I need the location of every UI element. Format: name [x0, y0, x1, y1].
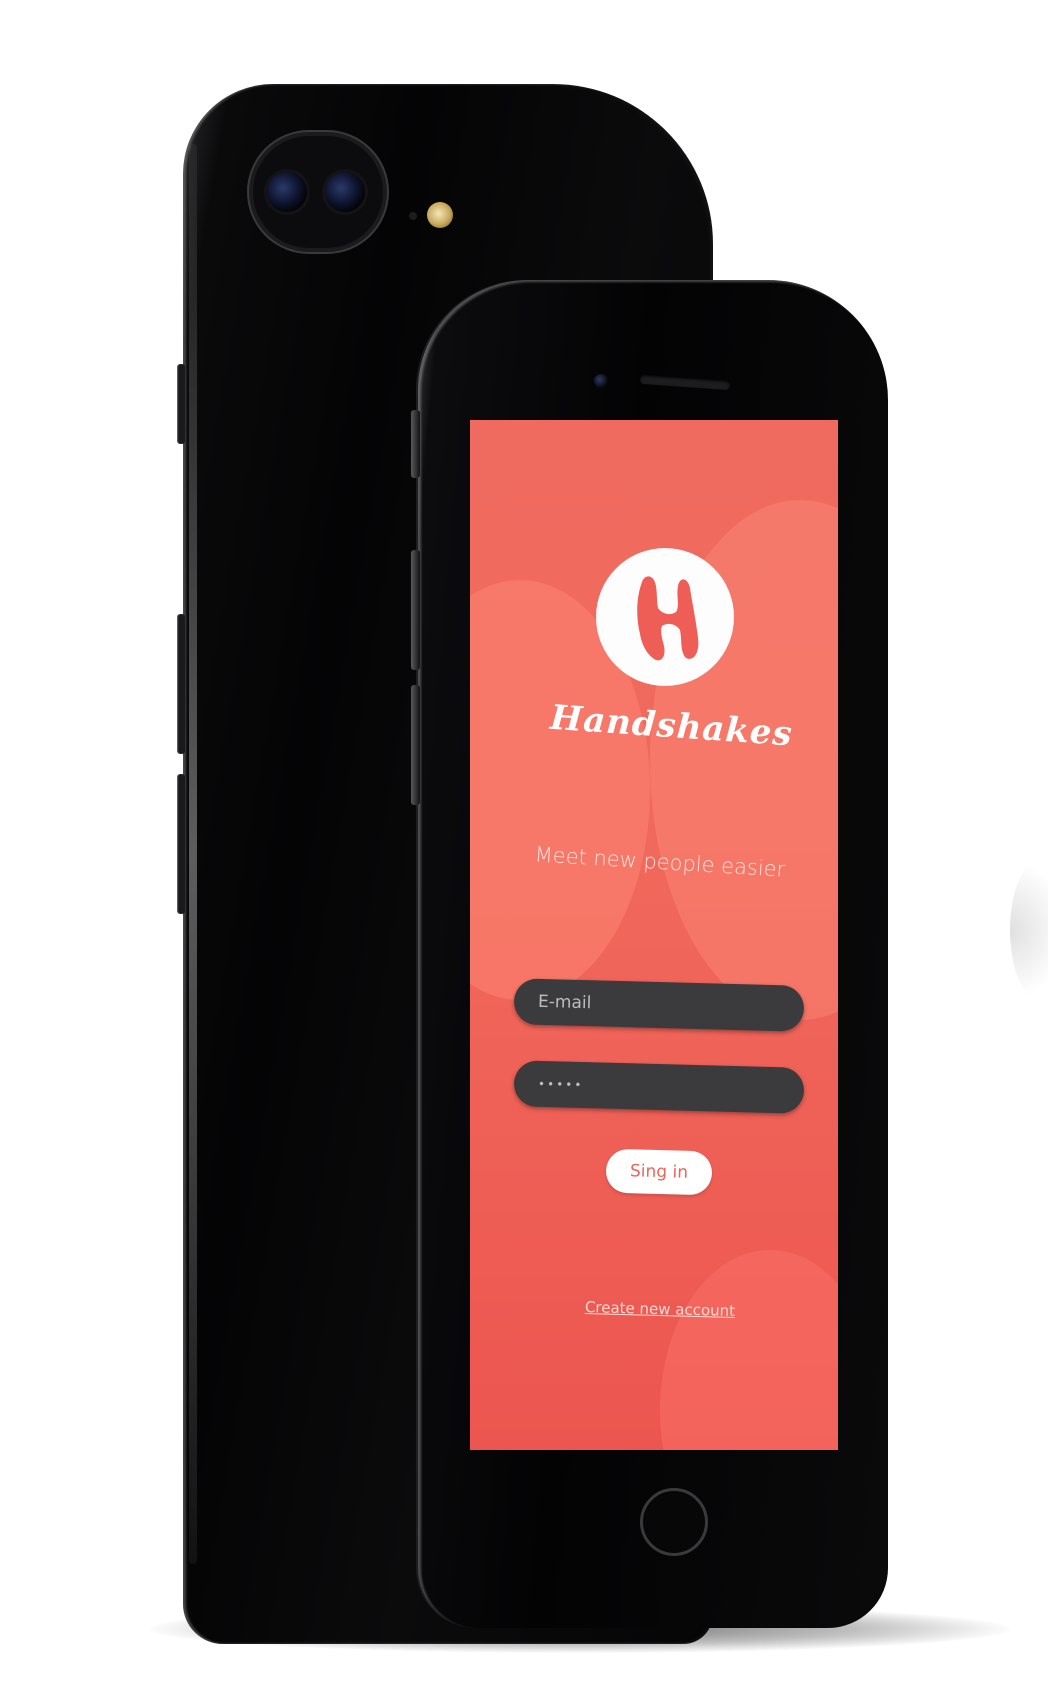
flash-icon: [427, 202, 453, 228]
password-value: •••••: [537, 1076, 584, 1093]
login-screen: Handshakes Meet new people easier E-mail…: [470, 420, 838, 1450]
front-camera-icon: [594, 374, 608, 388]
device-mockup-stage: Handshakes Meet new people easier E-mail…: [0, 0, 1048, 1683]
password-field[interactable]: •••••: [513, 1060, 805, 1114]
create-account-link[interactable]: Create new account: [570, 1298, 750, 1321]
front-phone: Handshakes Meet new people easier E-mail…: [411, 280, 888, 1628]
sign-in-button[interactable]: Sing in: [605, 1148, 713, 1196]
volume-down-button: [411, 685, 420, 805]
volume-up-button: [177, 614, 185, 754]
rear-lens-icon: [325, 172, 365, 212]
email-field[interactable]: E-mail: [513, 978, 805, 1032]
dual-rear-camera-icon: [253, 136, 383, 248]
background-blob: [660, 1250, 838, 1450]
home-button-icon[interactable]: [640, 1488, 708, 1556]
mute-switch: [411, 410, 420, 478]
edge-shadow: [1010, 860, 1048, 1000]
volume-up-button: [411, 550, 420, 670]
rear-lens-icon: [267, 172, 307, 212]
rear-mic-icon: [409, 212, 417, 220]
mute-switch: [177, 364, 185, 444]
email-placeholder: E-mail: [537, 991, 592, 1014]
earpiece-speaker-icon: [639, 374, 731, 391]
handshakes-h-logo-icon: [596, 548, 734, 686]
volume-down-button: [177, 774, 185, 914]
